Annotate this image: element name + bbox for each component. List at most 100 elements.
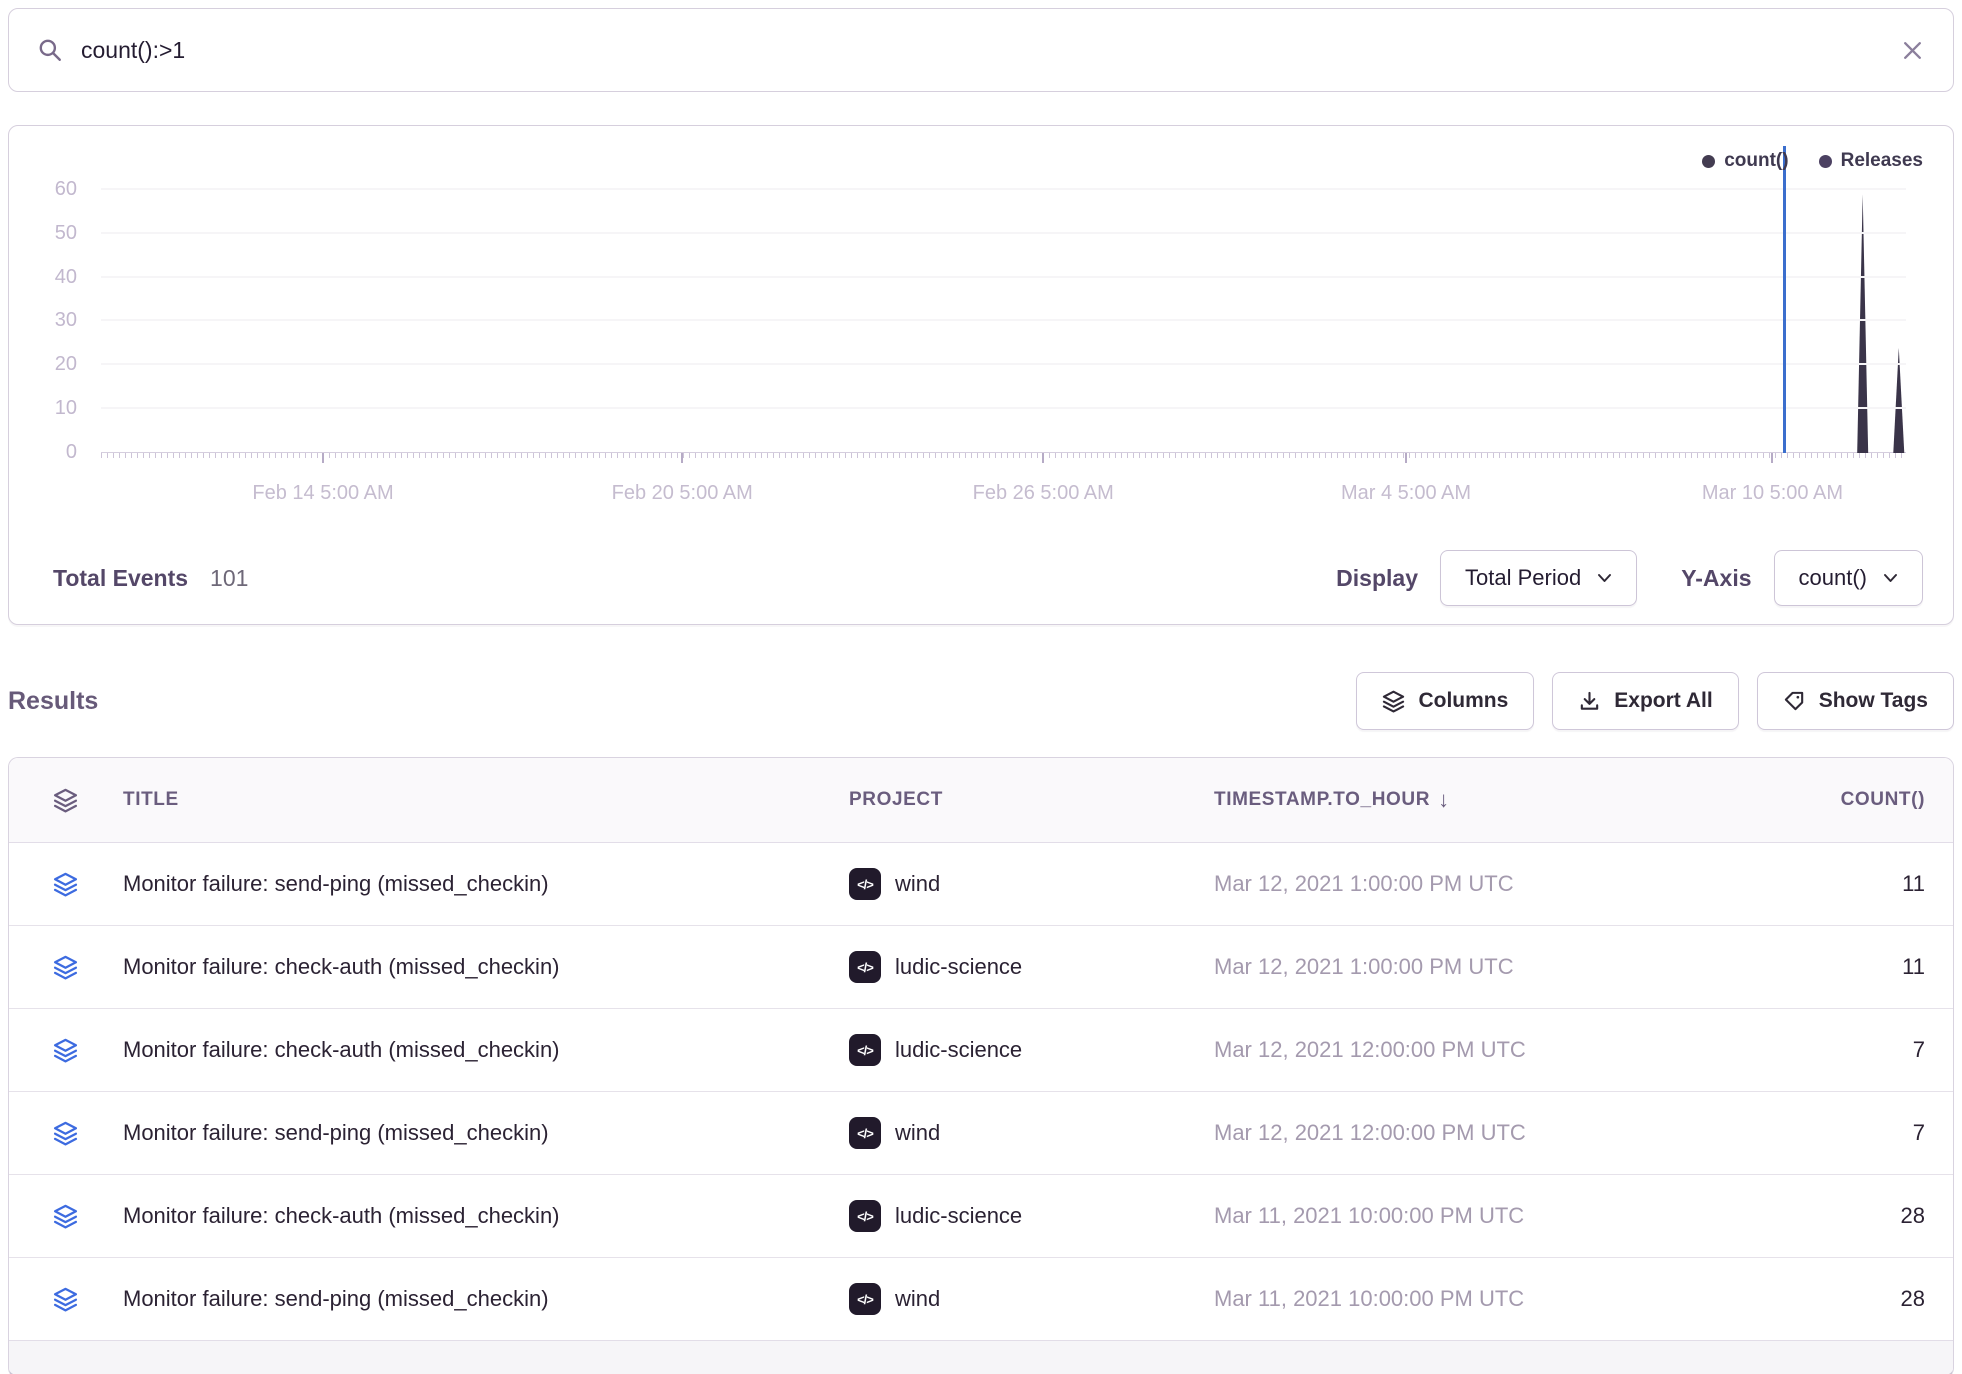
column-header-title-label: TITLE — [123, 789, 179, 811]
layers-icon — [1382, 690, 1405, 713]
results-table: TITLE PROJECT TIMESTAMP.TO_HOUR ↓ COUNT(… — [8, 757, 1954, 1374]
project-name: ludic-science — [895, 1037, 1022, 1063]
project-cell: </> wind — [849, 1283, 1194, 1315]
stack-icon[interactable] — [53, 1038, 103, 1063]
close-icon — [1900, 38, 1925, 63]
table-footer-strip — [9, 1341, 1953, 1374]
columns-button[interactable]: Columns — [1356, 672, 1534, 730]
project-cell: </> wind — [849, 1117, 1194, 1149]
project-platform-icon: </> — [849, 951, 881, 983]
legend-item-count[interactable]: count() — [1702, 150, 1788, 172]
results-heading: Results — [8, 687, 98, 716]
stack-icon[interactable] — [53, 872, 103, 897]
y-gridline — [101, 407, 1906, 409]
table-row: Monitor failure: send-ping (missed_check… — [9, 843, 1953, 926]
event-title-link[interactable]: Monitor failure: check-auth (missed_chec… — [123, 1203, 829, 1229]
y-gridline — [101, 363, 1906, 365]
release-marker-line[interactable] — [1783, 146, 1786, 453]
project-name: wind — [895, 1120, 940, 1146]
table-row: Monitor failure: send-ping (missed_check… — [9, 1092, 1953, 1175]
legend-dot-releases — [1819, 155, 1832, 168]
show-tags-button-label: Show Tags — [1819, 689, 1928, 713]
timestamp-value: Mar 11, 2021 10:00:00 PM UTC — [1214, 1203, 1745, 1229]
total-events-label: Total Events — [53, 565, 188, 592]
count-value: 28 — [1765, 1286, 1925, 1312]
show-tags-button[interactable]: Show Tags — [1757, 672, 1954, 730]
chevron-down-icon — [1883, 573, 1898, 583]
column-header-count[interactable]: COUNT() — [1765, 789, 1925, 811]
project-name: wind — [895, 871, 940, 897]
timestamp-value: Mar 12, 2021 12:00:00 PM UTC — [1214, 1037, 1745, 1063]
export-all-button[interactable]: Export All — [1552, 672, 1738, 730]
x-axis-tick — [1771, 453, 1773, 463]
events-chart-panel: count() Releases 0102030405060Feb 14 5:0… — [8, 125, 1954, 625]
project-cell: </> ludic-science — [849, 1034, 1194, 1066]
project-name: ludic-science — [895, 954, 1022, 980]
event-title-link[interactable]: Monitor failure: send-ping (missed_check… — [123, 1286, 829, 1312]
y-axis-tick-label: 40 — [15, 265, 77, 289]
project-platform-icon: </> — [849, 1117, 881, 1149]
x-axis-tick-label: Feb 14 5:00 AM — [252, 482, 393, 505]
stack-icon[interactable] — [53, 1287, 103, 1312]
download-icon — [1578, 690, 1601, 713]
project-platform-icon: </> — [849, 868, 881, 900]
display-dropdown-value: Total Period — [1465, 565, 1581, 591]
stack-icon[interactable] — [53, 955, 103, 980]
search-icon — [37, 37, 63, 63]
y-axis-tick-label: 20 — [15, 352, 77, 376]
x-axis-tick-label: Mar 10 5:00 AM — [1702, 482, 1843, 505]
table-row: Monitor failure: send-ping (missed_check… — [9, 1258, 1953, 1341]
project-cell: </> ludic-science — [849, 951, 1194, 983]
count-value: 11 — [1765, 954, 1925, 980]
x-axis-minor-ticks — [101, 453, 1906, 458]
column-header-count-label: COUNT() — [1841, 789, 1925, 811]
x-axis-tick — [322, 453, 324, 463]
y-gridline — [101, 319, 1906, 321]
y-axis-tick-label: 10 — [15, 396, 77, 420]
event-title-link[interactable]: Monitor failure: send-ping (missed_check… — [123, 871, 829, 897]
x-axis-tick-label: Mar 4 5:00 AM — [1341, 482, 1471, 505]
results-bar: Results Columns Export All Show Tags — [8, 671, 1954, 731]
project-cell: </> wind — [849, 868, 1194, 900]
count-value: 7 — [1765, 1120, 1925, 1146]
y-axis-tick-label: 0 — [15, 440, 77, 464]
project-name: wind — [895, 1286, 940, 1312]
timestamp-value: Mar 12, 2021 1:00:00 PM UTC — [1214, 871, 1745, 897]
tag-icon — [1783, 690, 1806, 713]
event-title-link[interactable]: Monitor failure: check-auth (missed_chec… — [123, 954, 829, 980]
column-header-title[interactable]: TITLE — [123, 789, 829, 811]
table-header-row: TITLE PROJECT TIMESTAMP.TO_HOUR ↓ COUNT(… — [9, 758, 1953, 843]
search-input[interactable] — [81, 37, 1882, 64]
stack-icon[interactable] — [53, 1204, 103, 1229]
stack-icon[interactable] — [53, 1121, 103, 1146]
chart-legend: count() Releases — [1702, 150, 1923, 172]
x-axis-tick — [1042, 453, 1044, 463]
table-row: Monitor failure: check-auth (missed_chec… — [9, 1009, 1953, 1092]
count-value: 28 — [1765, 1203, 1925, 1229]
legend-item-releases[interactable]: Releases — [1819, 150, 1923, 172]
y-axis-tick-label: 60 — [15, 177, 77, 201]
legend-label-count: count() — [1724, 150, 1788, 172]
export-all-button-label: Export All — [1614, 689, 1712, 713]
y-axis-tick-label: 30 — [15, 308, 77, 332]
x-axis-tick — [681, 453, 683, 463]
timestamp-value: Mar 11, 2021 10:00:00 PM UTC — [1214, 1286, 1745, 1312]
chart-plot-area[interactable]: 0102030405060Feb 14 5:00 AMFeb 20 5:00 A… — [101, 146, 1906, 453]
event-title-link[interactable]: Monitor failure: send-ping (missed_check… — [123, 1120, 829, 1146]
yaxis-dropdown[interactable]: count() — [1774, 550, 1923, 606]
table-row: Monitor failure: check-auth (missed_chec… — [9, 1175, 1953, 1258]
legend-label-releases: Releases — [1841, 150, 1923, 172]
column-header-timestamp[interactable]: TIMESTAMP.TO_HOUR ↓ — [1214, 787, 1745, 813]
total-events-value: 101 — [210, 565, 248, 592]
clear-search-button[interactable] — [1900, 38, 1925, 63]
display-dropdown[interactable]: Total Period — [1440, 550, 1637, 606]
x-axis-tick-label: Feb 20 5:00 AM — [612, 482, 753, 505]
y-gridline — [101, 188, 1906, 190]
display-label: Display — [1336, 565, 1418, 592]
project-platform-icon: </> — [849, 1034, 881, 1066]
column-header-project-label: PROJECT — [849, 789, 943, 811]
legend-dot-count — [1702, 155, 1715, 168]
event-title-link[interactable]: Monitor failure: check-auth (missed_chec… — [123, 1037, 829, 1063]
y-gridline — [101, 276, 1906, 278]
column-header-project[interactable]: PROJECT — [849, 789, 1194, 811]
